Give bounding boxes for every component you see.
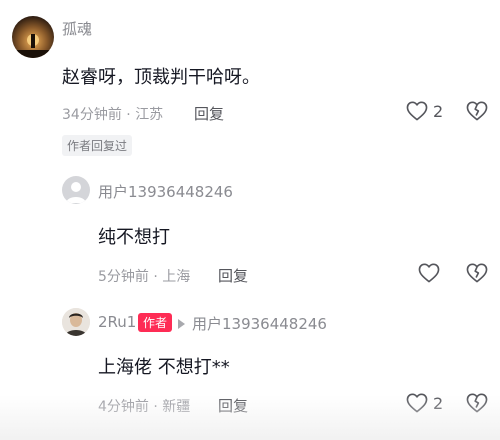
reply-to-arrow-icon [178, 319, 185, 329]
comment-item: 孤魂 赵睿呀，顶裁判干哈呀。 34分钟前 · 江苏 回复 2 作者回复过 [0, 0, 500, 170]
dislike-button[interactable] [466, 393, 488, 417]
dislike-button[interactable] [466, 101, 488, 125]
user-photo-icon [62, 308, 90, 336]
author-badge: 作者 [138, 313, 173, 332]
reply-time: 4分钟前 [98, 399, 149, 415]
reply-button[interactable]: 回复 [218, 395, 248, 416]
broken-heart-icon [466, 393, 488, 413]
heart-icon [406, 101, 428, 121]
heart-icon [406, 393, 428, 413]
dislike-button[interactable] [466, 263, 488, 287]
like-button[interactable]: 2 [406, 393, 443, 413]
reply-username[interactable]: 用户13936448246 [98, 181, 233, 202]
like-count: 2 [433, 101, 444, 121]
comment-username[interactable]: 孤魂 [62, 18, 92, 39]
reply-button[interactable]: 回复 [218, 265, 248, 286]
like-button[interactable]: 2 [406, 101, 443, 121]
reply-meta: 4分钟前 · 新疆 [98, 396, 190, 416]
reply-text: 纯不想打 [98, 227, 170, 248]
default-avatar-icon [66, 182, 86, 203]
avatar[interactable] [12, 16, 54, 58]
heart-icon [418, 263, 440, 283]
reply-meta: 5分钟前 · 上海 [98, 266, 190, 286]
broken-heart-icon [466, 263, 488, 283]
reply-location: 新疆 [162, 399, 191, 415]
like-button[interactable] [418, 263, 445, 283]
reply-text: 上海佬 不想打** [98, 357, 230, 378]
comment-text: 赵睿呀，顶裁判干哈呀。 [62, 67, 260, 88]
reply-username[interactable]: 2Ru1 [98, 313, 136, 331]
like-count: 2 [433, 393, 444, 413]
reply-item: 用户13936448246 纯不想打 5分钟前 · 上海 回复 [0, 170, 500, 300]
avatar[interactable] [62, 176, 90, 204]
comment-location: 江苏 [135, 107, 164, 123]
meta-separator: · [126, 107, 131, 123]
meta-separator: · [153, 399, 158, 415]
reply-time: 5分钟前 [98, 269, 149, 285]
reply-to-username[interactable]: 用户13936448246 [192, 313, 327, 334]
reply-location: 上海 [162, 269, 191, 285]
reply-button[interactable]: 回复 [194, 103, 224, 124]
comment-time: 34分钟前 [62, 107, 122, 123]
author-replied-tag: 作者回复过 [62, 135, 133, 156]
reply-item: 2Ru1 作者 用户13936448246 上海佬 不想打** 4分钟前 · 新… [0, 300, 500, 440]
meta-separator: · [153, 269, 158, 285]
avatar[interactable] [62, 308, 90, 336]
broken-heart-icon [466, 101, 488, 121]
comment-meta: 34分钟前 · 江苏 [62, 104, 163, 124]
